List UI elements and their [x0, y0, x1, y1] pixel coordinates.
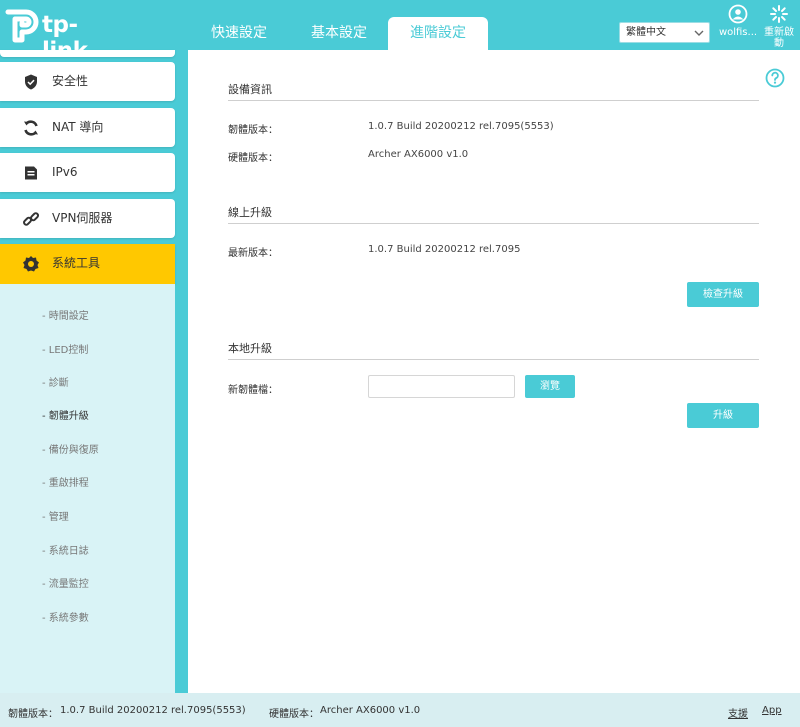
gear-icon	[23, 256, 39, 272]
sidebar: 安全性 NAT 導向 IPv6 VPN伺服器 系統工具 - 時間設定 - LED…	[0, 50, 188, 694]
sidebar-item-vpn[interactable]: VPN伺服器	[0, 199, 175, 238]
hardware-version-label: 硬體版本：	[228, 153, 278, 164]
sidebar-item-label: IPv6	[52, 165, 78, 179]
firmware-version-value: 1.0.7 Build 20200212 rel.7095(5553)	[368, 121, 554, 132]
top-header: tp-link 快速設定 基本設定 進階設定 繁體中文 wolfis...	[0, 0, 800, 64]
tp-link-logo-icon	[5, 9, 39, 43]
footer: 韌體版本： 1.0.7 Build 20200212 rel.7095(5553…	[0, 693, 800, 727]
chevron-down-icon	[694, 24, 704, 49]
tab-advanced[interactable]: 進階設定	[388, 17, 488, 50]
footer-firmware-value: 1.0.7 Build 20200212 rel.7095(5553)	[60, 705, 246, 716]
submenu-item-backup-restore[interactable]: - 備份與復原	[42, 441, 99, 456]
language-select[interactable]: 繁體中文	[619, 22, 710, 43]
sidebar-item-security[interactable]: 安全性	[0, 62, 175, 101]
upgrade-button[interactable]: 升級	[687, 403, 759, 428]
local-upgrade-title: 本地升級	[228, 342, 272, 355]
sidebar-item-system-tools[interactable]: 系統工具	[0, 244, 175, 284]
firmware-file-input[interactable]	[368, 375, 515, 398]
ipv6-icon	[25, 166, 37, 180]
online-upgrade-title: 線上升級	[228, 206, 272, 219]
sidebar-item-ipv6[interactable]: IPv6	[0, 153, 175, 192]
firmware-version-label: 韌體版本：	[228, 125, 278, 136]
submenu-item-firmware-upgrade[interactable]: - 韌體升級	[42, 407, 89, 422]
submenu-item-led[interactable]: - LED控制	[42, 341, 88, 356]
vpn-link-icon	[23, 212, 40, 226]
sidebar-item-label: 安全性	[52, 74, 89, 88]
system-tools-submenu: - 時間設定 - LED控制 - 診斷 - 韌體升級 - 備份與復原 - 重啟排…	[0, 284, 175, 694]
sidebar-item-nat[interactable]: NAT 導向	[0, 108, 175, 147]
submenu-item-diagnostics[interactable]: - 診斷	[42, 374, 69, 389]
latest-version-label: 最新版本：	[228, 248, 278, 259]
user-icon	[728, 4, 748, 24]
latest-version-value: 1.0.7 Build 20200212 rel.7095	[368, 244, 521, 255]
device-info-title: 設備資訊	[228, 83, 272, 96]
help-icon[interactable]	[765, 68, 785, 88]
section-divider	[228, 223, 759, 224]
submenu-item-system-parameters[interactable]: - 系統參數	[42, 609, 89, 624]
new-firmware-file-label: 新韌體檔：	[228, 385, 278, 396]
submenu-item-time[interactable]: - 時間設定	[42, 307, 89, 322]
reboot-label-line1: 重新啟	[764, 27, 794, 38]
sidebar-item-label: NAT 導向	[52, 120, 104, 134]
submenu-item-system-log[interactable]: - 系統日誌	[42, 542, 89, 557]
tp-link-logo[interactable]: tp-link	[2, 4, 112, 64]
tab-quick-setup[interactable]: 快速設定	[194, 17, 284, 50]
section-divider	[228, 100, 759, 101]
submenu-item-reboot-schedule[interactable]: - 重啟排程	[42, 474, 89, 489]
sidebar-item-previous[interactable]	[0, 50, 175, 57]
user-account[interactable]: wolfis...	[716, 4, 760, 38]
sidebar-item-label: 系統工具	[52, 256, 101, 270]
sidebar-item-label: VPN伺服器	[52, 211, 113, 225]
submenu-item-traffic-monitor[interactable]: - 流量監控	[42, 575, 89, 590]
shield-icon	[25, 74, 37, 90]
user-label: wolfis...	[718, 27, 758, 38]
main-content: 設備資訊 韌體版本： 1.0.7 Build 20200212 rel.7095…	[188, 50, 800, 693]
app-link[interactable]: App	[762, 705, 782, 716]
reboot-spinner-icon	[770, 5, 788, 23]
reboot-button[interactable]: 重新啟 動	[760, 4, 798, 49]
hardware-version-value: Archer AX6000 v1.0	[368, 149, 469, 160]
nat-forward-icon	[24, 120, 38, 136]
check-upgrade-button[interactable]: 檢查升級	[687, 282, 759, 307]
footer-hardware-value: Archer AX6000 v1.0	[320, 705, 421, 716]
language-select-value: 繁體中文	[626, 27, 666, 38]
submenu-item-administration[interactable]: - 管理	[42, 508, 69, 523]
reboot-label-line2: 動	[774, 38, 784, 49]
section-divider	[228, 359, 759, 360]
browse-button[interactable]: 瀏覽	[525, 375, 575, 398]
tab-basic[interactable]: 基本設定	[294, 17, 384, 50]
footer-firmware-label: 韌體版本：	[8, 709, 58, 720]
footer-hardware-label: 硬體版本：	[269, 709, 319, 720]
support-link[interactable]: 支援	[728, 705, 748, 720]
